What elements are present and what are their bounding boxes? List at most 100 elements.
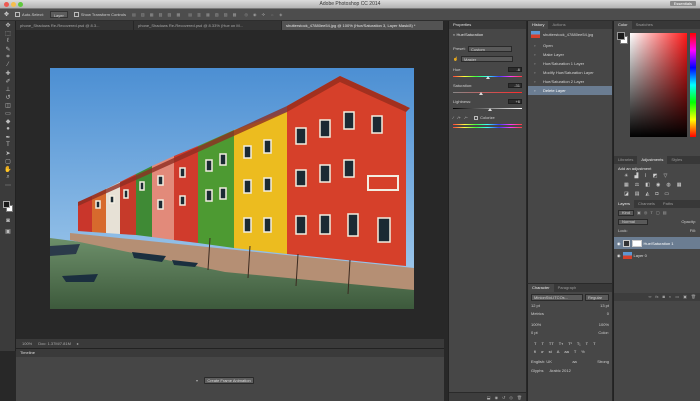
tab-history[interactable]: History	[528, 21, 549, 29]
new-layer-icon[interactable]: ▣	[683, 294, 687, 300]
color-lookup-icon[interactable]: ▦	[677, 182, 682, 188]
saturation-slider-thumb[interactable]	[479, 92, 483, 95]
pen-tool-icon[interactable]: ✒	[0, 133, 16, 141]
lasso-tool-icon[interactable]: ℓ	[0, 37, 16, 45]
marquee-tool-icon[interactable]: ⬚	[0, 29, 16, 37]
horizontal-scale-field[interactable]: 100%	[599, 322, 609, 327]
invert-icon[interactable]: ◪	[624, 191, 629, 197]
ordinals-button[interactable]: T	[574, 349, 576, 354]
eyedropper-tool-icon[interactable]: ⁄	[0, 61, 16, 69]
brush-tool-icon[interactable]: ✐	[0, 77, 16, 85]
saturation-value-input[interactable]: -31	[508, 83, 522, 88]
blur-tool-icon[interactable]: ◆	[0, 117, 16, 125]
color-field[interactable]	[630, 33, 687, 137]
eyedropper-plus-icon[interactable]: ⁄+	[458, 115, 461, 120]
tab-channels[interactable]: Channels	[634, 200, 659, 208]
status-menu-arrow-icon[interactable]: ▸	[77, 341, 79, 346]
layer-mask-thumbnail[interactable]	[631, 239, 642, 247]
distribute-buttons[interactable]: ▤ ▥ ▦ ▧ ▨ ▩	[188, 12, 238, 17]
brightness-icon[interactable]: ☀	[624, 173, 628, 179]
zoom-level[interactable]: 100%	[22, 341, 32, 346]
glyphs-font-dropdown[interactable]: Arabic 2012	[549, 368, 570, 373]
leading-field[interactable]: 13 pt	[600, 303, 609, 308]
curves-icon[interactable]: ⌇	[644, 173, 646, 179]
tab-layers[interactable]: Layers	[614, 200, 635, 208]
filter-icons[interactable]: ▣ ◎ T ▢ ▤	[637, 210, 668, 216]
hue-slider-thumb[interactable]	[486, 76, 490, 79]
history-item[interactable]: ▫ Hue/Saturation 1 Layer	[528, 59, 612, 68]
foreground-swatch[interactable]	[617, 32, 625, 40]
target-hand-icon[interactable]: ☝	[453, 56, 458, 61]
font-family-dropdown[interactable]: MinionStd-ITCOs...	[531, 294, 583, 301]
history-item[interactable]: ▫ Modify Hue/Saturation Layer	[528, 68, 612, 77]
font-style-dropdown[interactable]: Regular	[585, 294, 609, 301]
history-item[interactable]: ▫ Open	[528, 41, 612, 50]
hue-value-input[interactable]: -6	[508, 67, 522, 72]
blend-mode-dropdown[interactable]: Normal	[618, 219, 648, 225]
lightness-slider-thumb[interactable]	[488, 108, 492, 111]
swash-button[interactable]: A	[557, 349, 560, 354]
colorize-checkbox[interactable]: Colorize	[474, 115, 495, 120]
reset-icon[interactable]: ↺	[502, 395, 505, 400]
gradient-map-icon[interactable]: ▭	[664, 191, 669, 197]
tab-swatches[interactable]: Swatches	[632, 21, 657, 29]
fx-icon[interactable]: fx	[655, 294, 658, 300]
shape-tool-icon[interactable]: ▢	[0, 157, 16, 165]
antialias-dropdown[interactable]: Strong	[597, 359, 609, 364]
view-previous-icon[interactable]: ◉	[495, 395, 499, 400]
move-tool-icon[interactable]: ✥	[0, 21, 16, 29]
workspace-switcher[interactable]: Essentials	[669, 1, 696, 6]
foreground-color-swatch[interactable]	[3, 201, 10, 208]
tab-document-3[interactable]: shutterstock_47880ee54.jpg @ 100% (Hue/S…	[282, 21, 444, 30]
add-mask-icon[interactable]: ◙	[663, 294, 665, 300]
screen-mode-icon[interactable]: ▣	[0, 227, 16, 235]
new-group-icon[interactable]: ▭	[675, 294, 679, 300]
titling-button[interactable]: aa	[564, 349, 568, 354]
eraser-tool-icon[interactable]: ◫	[0, 101, 16, 109]
photo-filter-icon[interactable]: ◉	[656, 182, 660, 188]
superscript-button[interactable]: T¹	[568, 341, 572, 346]
quick-mask-icon[interactable]: ◙	[0, 217, 16, 225]
3d-mode-icons[interactable]: ◎ ◉ ✣ ⇔ ◈	[244, 12, 284, 17]
threshold-icon[interactable]: ◭	[645, 191, 649, 197]
more-tools-icon[interactable]: ⋯	[0, 181, 16, 189]
zoom-tool-icon[interactable]: ⌕	[0, 173, 16, 181]
tab-color[interactable]: Color	[614, 21, 632, 29]
quick-select-tool-icon[interactable]: ✎	[0, 45, 16, 53]
history-snapshot[interactable]: shutterstock_47880ee54.jpg	[528, 29, 612, 41]
clip-to-layer-icon[interactable]: ⬓	[487, 395, 491, 400]
visibility-eye-icon[interactable]: ◉	[617, 241, 621, 246]
timeline-menu-icon[interactable]: ▾	[196, 378, 198, 383]
levels-icon[interactable]: ▟	[634, 173, 638, 179]
vertical-scale-field[interactable]: 100%	[531, 322, 541, 327]
layer-row[interactable]: ◉ Hue/Saturation 1	[614, 237, 700, 249]
hue-sat-adjust-icon[interactable]: ▦	[624, 182, 629, 188]
history-brush-tool-icon[interactable]: ↺	[0, 93, 16, 101]
tab-paths[interactable]: Paths	[659, 200, 677, 208]
tab-document-1[interactable]: phone_Shadows Re-Recovered.psd @ 8.3...	[16, 21, 134, 30]
saturation-slider[interactable]	[453, 92, 522, 93]
ligatures-button[interactable]: fi	[534, 349, 536, 354]
healing-brush-tool-icon[interactable]: ✚	[0, 69, 16, 77]
hue-strip[interactable]	[690, 33, 696, 137]
strikethrough-button[interactable]: T	[593, 341, 595, 346]
channel-mixer-icon[interactable]: ◍	[666, 182, 670, 188]
tab-glyphs[interactable]: Glyphs	[531, 368, 543, 373]
black-white-icon[interactable]: ◧	[645, 182, 650, 188]
channel-dropdown[interactable]: Master	[461, 56, 513, 62]
tab-document-2[interactable]: phone_Shadows Re-Recovered.psd @ 8.33% (…	[134, 21, 282, 30]
all-caps-button[interactable]: TT	[549, 341, 554, 346]
oldstyle-button[interactable]: ơ	[541, 349, 544, 354]
dodge-tool-icon[interactable]: ●	[0, 125, 16, 133]
selective-color-icon[interactable]: ◘	[655, 191, 658, 197]
exposure-icon[interactable]: ◩	[653, 173, 658, 179]
color-balance-icon[interactable]: ⚖	[635, 182, 639, 188]
layer-name[interactable]: Hue/Saturation 1	[644, 241, 674, 246]
auto-select-target-dropdown[interactable]: Layer	[49, 11, 68, 18]
gradient-tool-icon[interactable]: ▭	[0, 109, 16, 117]
hand-tool-icon[interactable]: ✋	[0, 165, 16, 173]
eyedropper-minus-icon[interactable]: ⁄−	[465, 115, 468, 120]
lightness-value-input[interactable]: +6	[508, 99, 522, 104]
faux-italic-button[interactable]: T	[541, 341, 543, 346]
delete-layer-icon[interactable]: 🗑	[691, 294, 696, 300]
